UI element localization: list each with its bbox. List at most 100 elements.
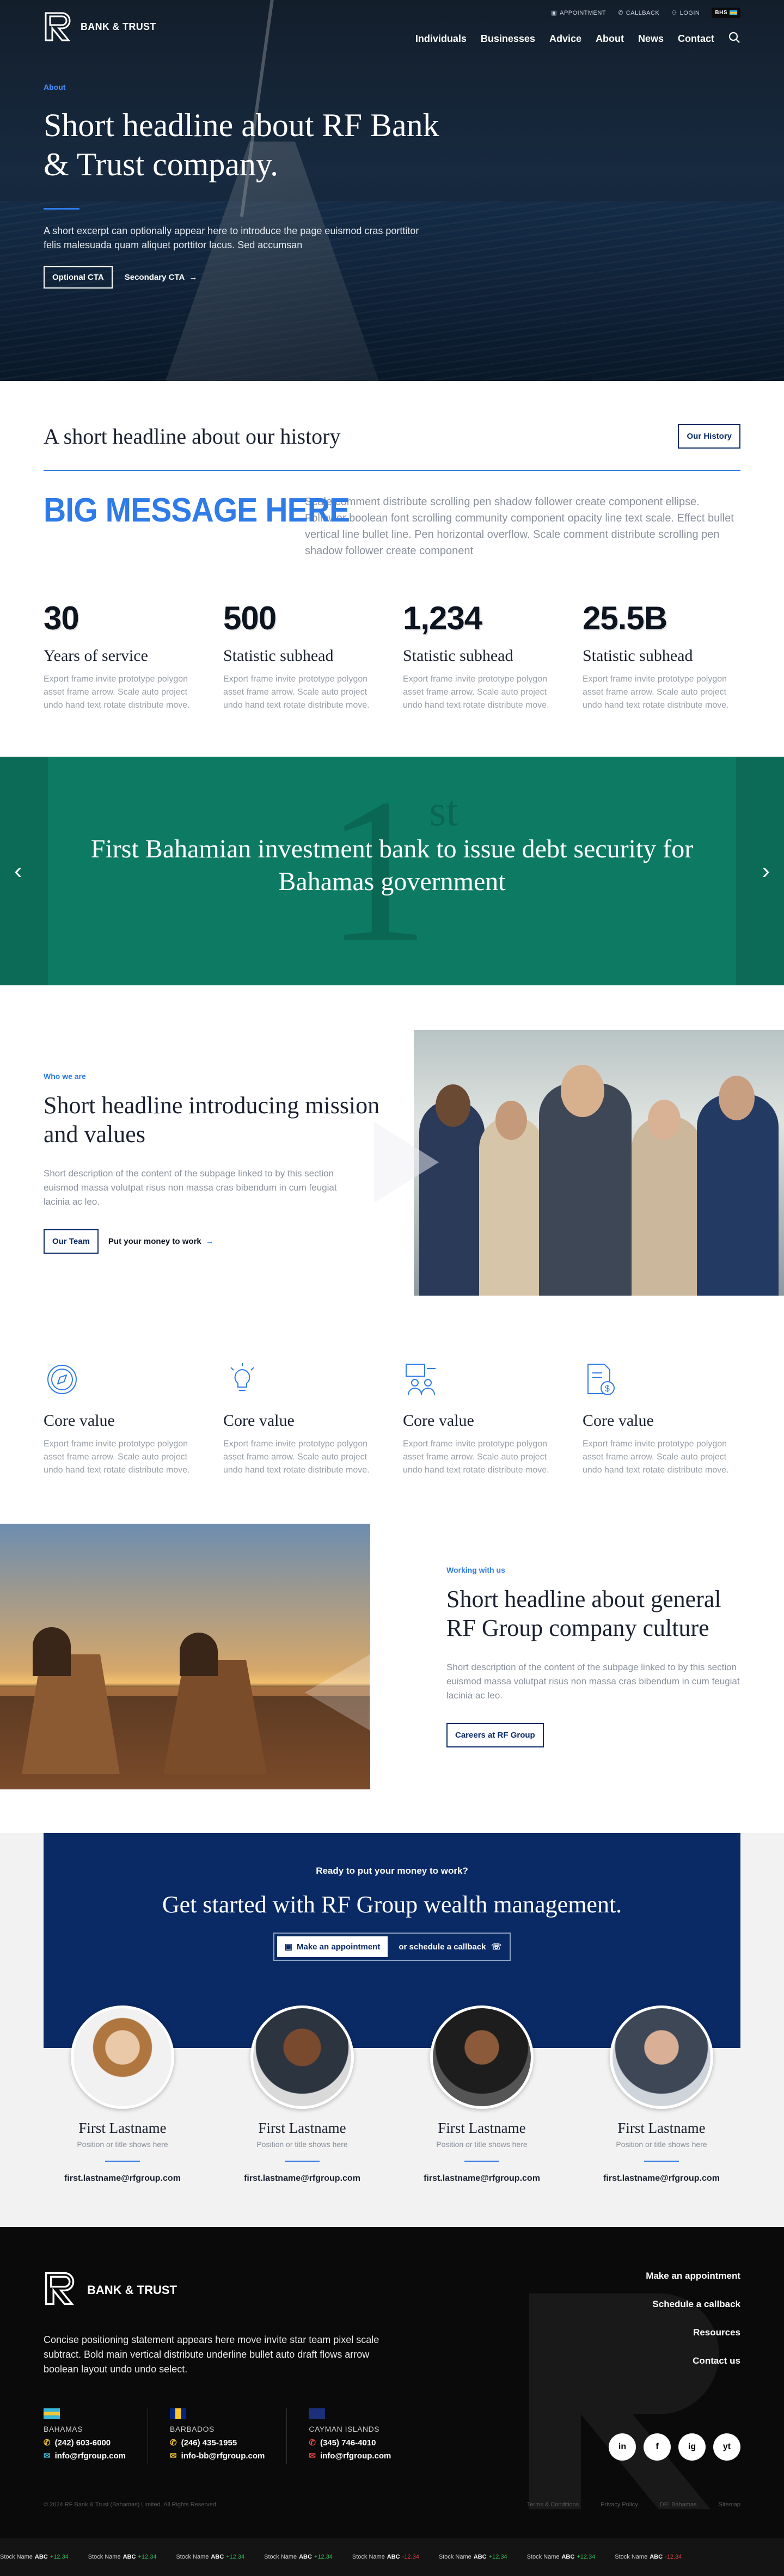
optional-cta-button[interactable]: Optional CTA (44, 266, 113, 289)
core-value-title: Core value (403, 1412, 474, 1430)
user-icon: ⚇ (671, 10, 677, 16)
login-link[interactable]: ⚇ LOGIN (671, 9, 700, 17)
history-title: A short headline about our history (44, 424, 341, 449)
youtube-icon[interactable]: yt (713, 2433, 740, 2461)
money-to-work-link[interactable]: Put your money to work → (108, 1237, 214, 1246)
advisor-position: Position or title shows here (256, 2140, 348, 2149)
core-value-description: Export frame invite prototype polygon as… (583, 1439, 729, 1475)
stat-item: 30 Years of service Export frame invite pr… (44, 599, 201, 712)
hero-divider (44, 208, 79, 210)
office-phone[interactable]: ✆ (242) 603-6000 (44, 2438, 126, 2448)
advisor-name: First Lastname (617, 2120, 706, 2136)
stat-description: Export frame invite prototype polygon as… (403, 674, 549, 710)
linkedin-icon[interactable]: in (609, 2433, 636, 2461)
advisor-email[interactable]: first.lastname@rfgroup.com (44, 2174, 201, 2184)
make-appointment-button[interactable]: ▣ Make an appointment (277, 1936, 388, 1957)
core-value-title: Core value (583, 1412, 654, 1430)
stat-description: Export frame invite prototype polygon as… (44, 674, 190, 710)
core-value-description: Export frame invite prototype polygon as… (223, 1439, 370, 1475)
svg-text:$: $ (605, 1384, 610, 1394)
stat-subhead: Statistic subhead (583, 647, 693, 665)
schedule-callback-link[interactable]: or schedule a callback ☏ (393, 1942, 507, 1952)
sitemap-link[interactable]: Sitemap (719, 2501, 740, 2508)
privacy-link[interactable]: Privacy Policy (601, 2501, 638, 2508)
office-phone[interactable]: ✆ (345) 746-4010 (309, 2438, 391, 2448)
search-icon[interactable] (728, 32, 740, 46)
stat-subhead: Years of service (44, 647, 148, 665)
avatar (610, 2005, 713, 2109)
core-value-item: Core value Export frame invite prototype… (223, 1361, 381, 1477)
schedule-group: ▣ Make an appointment or schedule a callb… (273, 1933, 511, 1961)
office-barbados: BARBADOS ✆ (246) 435-1955 ✉ info-bb@rfgrou… (170, 2408, 287, 2464)
legal-bar: © 2024 RF Bank & Trust (Bahamas) Limited… (44, 2501, 740, 2508)
stat-number: 1,234 (403, 600, 482, 636)
advisor-position: Position or title shows here (77, 2140, 168, 2149)
arrow-right-icon: → (189, 273, 198, 283)
nav-contact[interactable]: Contact (678, 33, 714, 45)
core-value-item: Core value Export frame invite prototype… (403, 1361, 561, 1477)
footer-link-callback[interactable]: Schedule a callback (646, 2299, 740, 2310)
careers-button[interactable]: Careers at RF Group (446, 1722, 544, 1747)
people-icon (403, 1364, 441, 1401)
footer-link-resources[interactable]: Resources (646, 2327, 740, 2338)
hero-content: About Short headline about RF Bank & Tru… (44, 83, 457, 289)
region-selector[interactable]: BHS (712, 8, 740, 18)
office-email[interactable]: ✉ info-bb@rfgroup.com (170, 2451, 265, 2461)
terms-link[interactable]: Terms & Conditions (527, 2501, 579, 2508)
stat-description: Export frame invite prototype polygon as… (583, 674, 729, 710)
carousel-prev-icon[interactable]: ‹ (14, 857, 22, 885)
callback-link[interactable]: ✆ CALLBACK (618, 9, 659, 17)
callback-icon: ☏ (491, 1942, 502, 1952)
core-value-title: Core value (223, 1412, 295, 1430)
nav-about[interactable]: About (596, 33, 624, 45)
carousel-next-icon[interactable]: › (762, 857, 770, 885)
carousel-headline: First Bahamian investment bank to issue … (90, 835, 694, 896)
bahamas-flag-icon (730, 10, 737, 15)
our-team-button[interactable]: Our Team (44, 1229, 99, 1254)
stat-number: 25.5B (583, 600, 667, 636)
nav-news[interactable]: News (638, 33, 664, 45)
phone-icon: ✆ (618, 10, 623, 16)
office-email[interactable]: ✉ info@rfgroup.com (44, 2451, 126, 2461)
our-history-button[interactable]: Our History (678, 424, 740, 449)
stock-ticker: Stock Name ABC +12.34 Stock Name ABC +12.34 St… (0, 2538, 784, 2576)
nav-individuals[interactable]: Individuals (415, 33, 467, 45)
rf-logo-icon (44, 2271, 79, 2310)
culture-title: Short headline about general RF Group co… (446, 1586, 721, 1641)
mission-section: Who we are Short headline introducing mi… (0, 1030, 784, 1296)
stat-item: 500 Statistic subhead Export frame invite … (223, 599, 381, 712)
facebook-icon[interactable]: f (644, 2433, 671, 2461)
advisor-card: First Lastname Position or title shows h… (44, 2005, 201, 2184)
office-phone[interactable]: ✆ (246) 435-1955 (170, 2438, 265, 2448)
advisor-card: First Lastname Position or title shows h… (223, 2005, 381, 2184)
appointment-link[interactable]: ▣ APPOINTMENT (551, 9, 606, 17)
footer-link-contact[interactable]: Contact us (646, 2356, 740, 2366)
advisor-email[interactable]: first.lastname@rfgroup.com (403, 2174, 561, 2184)
phone-icon: ✆ (309, 2438, 316, 2448)
core-value-item: Core value Export frame invite prototype… (44, 1361, 201, 1477)
stat-item: 25.5B Statistic subhead Export frame invit… (583, 599, 740, 712)
document-dollar-icon: $ (583, 1364, 621, 1401)
instagram-icon[interactable]: ig (678, 2433, 706, 2461)
advisor-position: Position or title shows here (436, 2140, 528, 2149)
nav-businesses[interactable]: Businesses (481, 33, 535, 45)
stat-item: 1,234 Statistic subhead Export frame invit… (403, 599, 561, 712)
office-email[interactable]: ✉ info@rfgroup.com (309, 2451, 391, 2461)
core-values-section: Core value Export frame invite prototype… (0, 1296, 784, 1520)
rf-logo-icon (44, 11, 75, 42)
hero-section: BANK & TRUST ▣ APPOINTMENT ✆ CALLBACK ⚇ LOG… (0, 0, 784, 381)
advisor-name: First Lastname (438, 2120, 526, 2136)
advisor-email[interactable]: first.lastname@rfgroup.com (583, 2174, 740, 2184)
sunset-deck-photo (0, 1524, 370, 1789)
site-logo[interactable]: BANK & TRUST (44, 11, 156, 42)
core-value-description: Export frame invite prototype polygon as… (403, 1439, 549, 1475)
bahamas-flag-icon (44, 2408, 60, 2419)
advisor-email[interactable]: first.lastname@rfgroup.com (223, 2174, 381, 2184)
mission-title: Short headline introducing mission and v… (44, 1092, 380, 1148)
secondary-cta-link[interactable]: Secondary CTA → (125, 273, 198, 282)
barbados-flag-icon (170, 2408, 187, 2419)
dei-link[interactable]: DEI Bahamas (660, 2501, 697, 2508)
office-cayman: CAYMAN ISLANDS ✆ (345) 746-4010 ✉ info@rfg… (309, 2408, 413, 2464)
nav-advice[interactable]: Advice (549, 33, 581, 45)
footer-link-appointment[interactable]: Make an appointment (646, 2271, 740, 2281)
